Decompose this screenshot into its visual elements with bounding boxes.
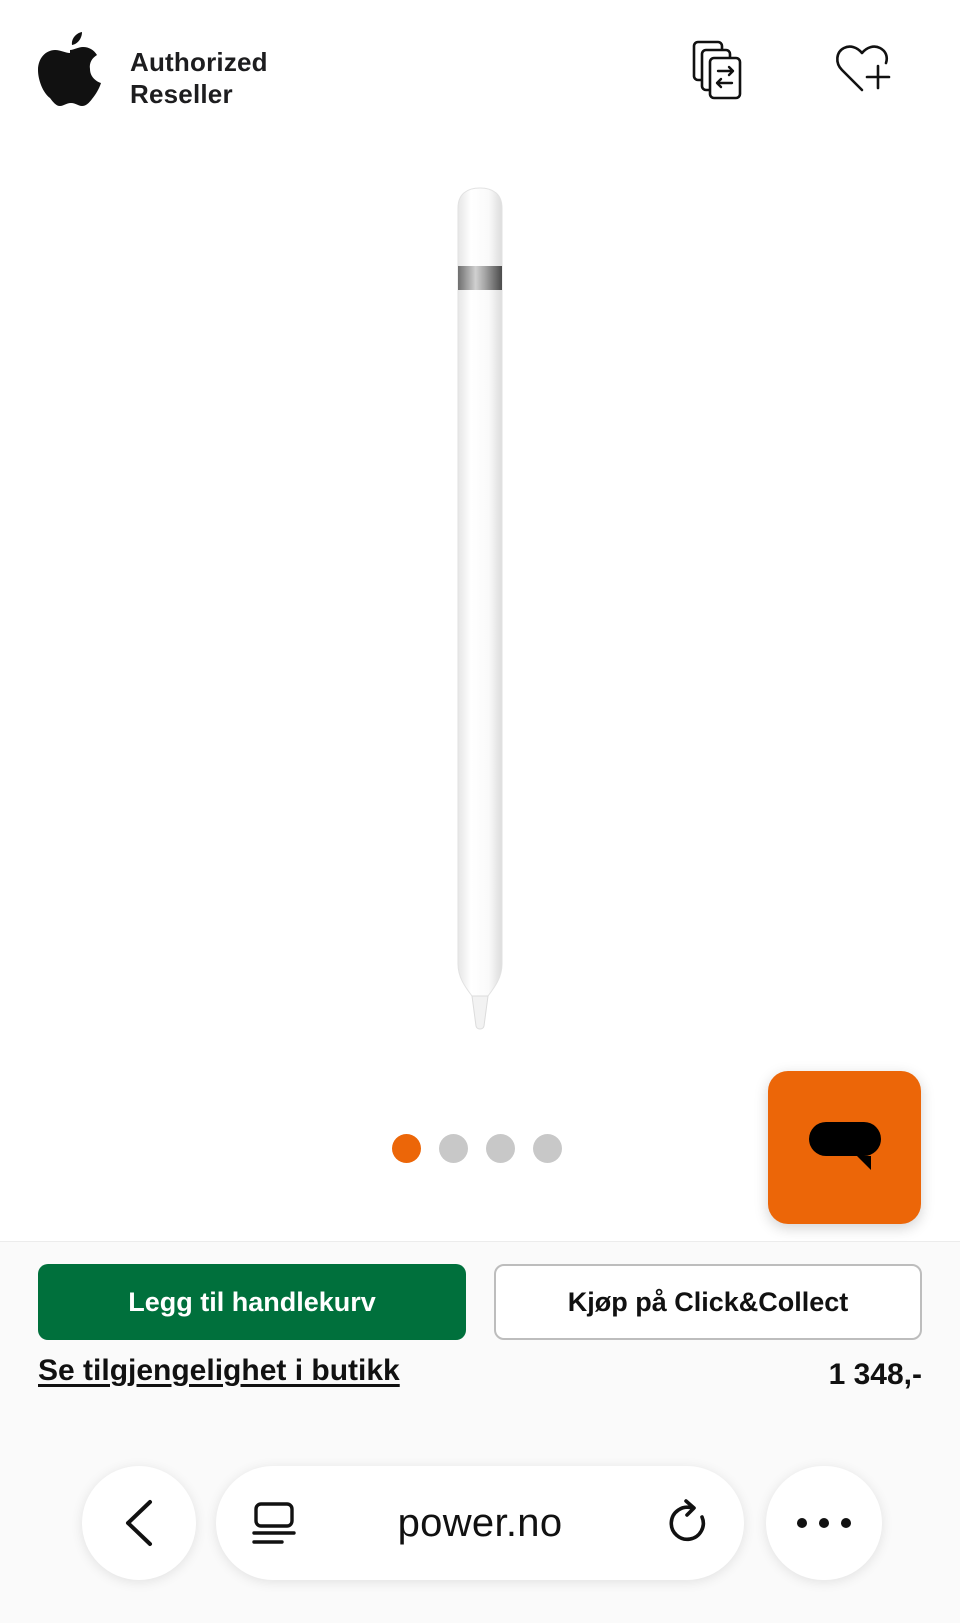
chat-button[interactable] [768, 1071, 921, 1224]
product-price: 1 348,- [828, 1358, 922, 1391]
apple-pencil-product-image[interactable] [420, 180, 540, 1060]
carousel-dots [392, 1134, 562, 1164]
store-availability-link[interactable]: Se tilgjengelighet i butikk [38, 1354, 400, 1388]
carousel-dot-1[interactable] [392, 1134, 421, 1163]
carousel-dot-3[interactable] [486, 1134, 515, 1163]
browser-toolbar: power.no [0, 1461, 960, 1591]
url-text[interactable]: power.no [398, 1501, 563, 1546]
heart-plus-icon[interactable] [834, 42, 894, 96]
more-icon [797, 1518, 851, 1528]
chevron-left-icon [126, 1500, 152, 1546]
more-button[interactable] [766, 1466, 882, 1580]
click-collect-button[interactable]: Kjøp på Click&Collect [494, 1264, 922, 1340]
reseller-line-1: Authorized [130, 47, 268, 77]
carousel-dot-2[interactable] [439, 1134, 468, 1163]
authorized-reseller-label: Authorized Reseller [130, 46, 268, 110]
address-bar[interactable]: power.no [216, 1466, 744, 1580]
reload-icon[interactable] [666, 1499, 712, 1547]
reader-icon[interactable] [252, 1500, 296, 1546]
carousel-dot-4[interactable] [533, 1134, 562, 1163]
apple-logo[interactable] [36, 28, 104, 110]
add-to-cart-button[interactable]: Legg til handlekurv [38, 1264, 466, 1340]
back-button[interactable] [82, 1466, 196, 1580]
compare-icon[interactable] [690, 38, 748, 102]
header: Authorized Reseller [0, 0, 960, 130]
reseller-line-2: Reseller [130, 79, 233, 109]
chat-bubble-icon [808, 1121, 881, 1170]
product-page: Authorized Reseller Legg til handlekurv … [0, 0, 960, 1623]
